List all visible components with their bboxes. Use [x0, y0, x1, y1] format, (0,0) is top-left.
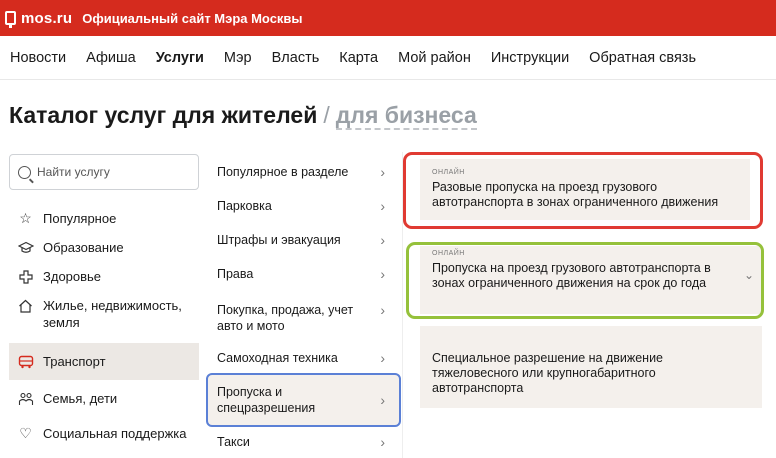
subcategory-label: Такси	[217, 435, 250, 449]
business-catalog-link[interactable]: для бизнеса	[335, 102, 477, 130]
chevron-right-icon: ›	[380, 392, 385, 408]
subcategory-taxi[interactable]: Такси ›	[217, 434, 387, 450]
category-label: Жилье, недвижимость, земля	[43, 298, 182, 330]
heart-icon: ♡	[19, 425, 32, 441]
family-icon	[17, 390, 34, 407]
subcategory-vehicle-registration[interactable]: Покупка, продажа, учет авто и мото ›	[217, 302, 385, 334]
subcategory-self-propelled[interactable]: Самоходная техника ›	[217, 350, 387, 366]
category-education[interactable]: Образование	[9, 233, 199, 262]
category-label: Здоровье	[43, 269, 102, 284]
subcategory-label: Права	[217, 267, 254, 281]
chevron-right-icon: ›	[380, 302, 385, 318]
subcategory-parking[interactable]: Парковка ›	[217, 198, 387, 214]
category-label: Популярное	[43, 211, 117, 226]
subcategory-label: Парковка	[217, 199, 272, 213]
site-header: mos.ru Официальный сайт Мэра Москвы	[0, 0, 776, 36]
service-card-special-permit[interactable]: Специальное разрешение на движение тяжел…	[420, 326, 762, 408]
subcategory-label: Самоходная техника	[217, 351, 338, 365]
title-separator: /	[323, 102, 330, 128]
subcategory-panel: Популярное в разделе › Парковка › Штрафы…	[201, 152, 403, 458]
subcategory-label: Пропуска и спецразрешения	[217, 385, 316, 415]
subcategory-label: Покупка, продажа, учет авто и мото	[217, 303, 354, 333]
chevron-right-icon: ›	[380, 198, 385, 214]
subcategory-label: Штрафы и эвакуация	[217, 233, 341, 247]
service-title: Специальное разрешение на движение тяжел…	[432, 351, 664, 395]
page-title: Каталог услуг для жителей / для бизнеса	[9, 102, 477, 130]
main-nav: Новости Афиша Услуги Мэр Власть Карта Мо…	[0, 36, 776, 80]
nav-services[interactable]: Услуги	[156, 50, 204, 66]
chevron-right-icon: ›	[380, 350, 385, 366]
subcategory-licenses[interactable]: Права ›	[217, 266, 387, 282]
category-transport[interactable]: Транспорт	[9, 343, 199, 380]
page-title-main: Каталог услуг для жителей	[9, 102, 318, 128]
site-title: Официальный сайт Мэра Москвы	[82, 10, 303, 26]
nav-mayor[interactable]: Мэр	[224, 50, 252, 66]
mos-logo-icon	[5, 11, 16, 28]
search-icon	[18, 165, 31, 179]
subcategory-passes[interactable]: Пропуска и спецразрешения ›	[217, 384, 385, 416]
subcategory-fines[interactable]: Штрафы и эвакуация ›	[217, 232, 387, 248]
subcategory-popular[interactable]: Популярное в разделе ›	[217, 164, 387, 180]
category-list: ☆ Популярное Образование Здоровье Жилье,…	[9, 204, 199, 448]
category-social-support[interactable]: ♡ Социальная поддержка	[9, 419, 199, 448]
category-health[interactable]: Здоровье	[9, 262, 199, 291]
nav-afisha[interactable]: Афиша	[86, 50, 136, 66]
subcategory-label: Популярное в разделе	[217, 165, 349, 179]
nav-feedback[interactable]: Обратная связь	[589, 50, 696, 66]
star-icon: ☆	[19, 210, 32, 226]
nav-map[interactable]: Карта	[339, 50, 378, 66]
chevron-right-icon: ›	[380, 232, 385, 248]
medical-cross-icon	[17, 268, 34, 285]
category-label: Образование	[43, 240, 124, 255]
bus-icon	[17, 353, 34, 370]
logo-text: mos.ru	[21, 9, 73, 27]
nav-my-district[interactable]: Мой район	[398, 50, 471, 66]
category-label: Транспорт	[43, 354, 106, 369]
highlight-box-green	[406, 242, 764, 319]
category-label: Семья, дети	[43, 391, 118, 406]
category-family[interactable]: Семья, дети	[9, 384, 199, 413]
nav-news[interactable]: Новости	[10, 50, 66, 66]
chevron-right-icon: ›	[380, 266, 385, 282]
nav-instructions[interactable]: Инструкции	[491, 50, 569, 66]
category-label: Социальная поддержка	[43, 426, 187, 441]
search-input[interactable]	[37, 165, 187, 179]
nav-government[interactable]: Власть	[272, 50, 320, 66]
chevron-right-icon: ›	[380, 434, 385, 450]
service-search[interactable]	[9, 154, 199, 190]
category-housing[interactable]: Жилье, недвижимость, земля	[9, 291, 199, 337]
highlight-box-red	[403, 152, 763, 229]
house-icon	[17, 297, 34, 314]
graduation-cap-icon	[17, 239, 34, 256]
site-logo[interactable]: mos.ru	[5, 9, 73, 28]
category-popular[interactable]: ☆ Популярное	[9, 204, 199, 233]
chevron-right-icon: ›	[380, 164, 385, 180]
